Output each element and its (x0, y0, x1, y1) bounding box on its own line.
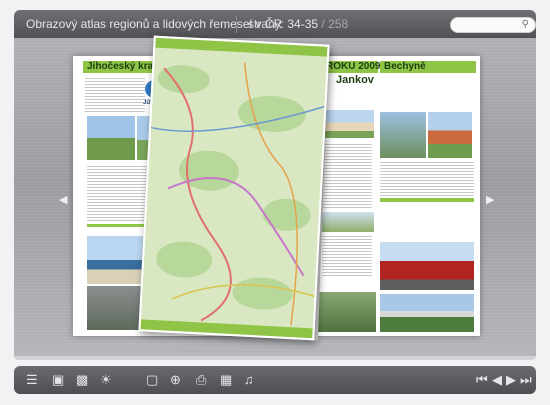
turning-map-page[interactable] (138, 35, 330, 341)
page-indicator: strany: 34-35 / 258 (248, 17, 348, 31)
pages-separator: / (321, 17, 325, 31)
title-divider (236, 15, 237, 33)
church-photo (87, 116, 135, 160)
gate-photo (380, 112, 426, 158)
train-photo (380, 242, 474, 290)
publication-title: Obrazový atlas regionů a lidových řemese… (26, 17, 283, 31)
pages-label: strany: (248, 17, 285, 31)
right-page[interactable]: ROKU 2009 Jankov Bechyně (312, 56, 480, 336)
map-illustration (140, 37, 328, 339)
town-heading: Jankov (336, 74, 374, 86)
park-photo (316, 292, 376, 332)
stage-bottom-edge (14, 356, 536, 360)
next-page-arrow-icon[interactable]: ▶ (486, 193, 494, 206)
print-icon[interactable]: ⎙ (196, 370, 206, 390)
sound-icon[interactable]: ♫ (244, 370, 254, 390)
meadow-photo (322, 212, 374, 232)
tower-photo (428, 112, 472, 158)
left-address-block (85, 78, 145, 112)
zoom-icon[interactable]: ⊕ (170, 370, 181, 390)
top-bar: Obrazový atlas regionů a lidových řemese… (14, 10, 536, 38)
subheading: Bechyně (384, 61, 426, 72)
previous-page-icon[interactable]: ◀ (492, 370, 502, 390)
next-page-icon[interactable]: ▶ (506, 370, 516, 390)
region-heading: Jihočeský kraj (87, 61, 156, 72)
fullscreen-icon[interactable]: ▢ (146, 370, 158, 390)
single-page-icon[interactable]: ▣ (52, 370, 64, 390)
previous-page-arrow-icon[interactable]: ◀ (59, 193, 67, 206)
bridge-photo (380, 294, 474, 332)
right-text-column (322, 144, 372, 208)
contents-icon[interactable]: ☰ (26, 370, 38, 390)
total-pages: 258 (328, 17, 349, 31)
section-heading: ROKU 2009 (326, 61, 381, 72)
bottom-toolbar: ☰ ▣ ▩ ☀ ▢ ⊕ ⎙ ▦ ♫ ⏮ ◀ ▶ ⏭ (14, 366, 536, 394)
right-text-column-2 (322, 236, 372, 276)
search-icon[interactable]: ⚲ (522, 19, 529, 30)
current-pages[interactable]: 34-35 (287, 17, 318, 31)
right-info-text (380, 162, 474, 200)
thumbnails-icon[interactable]: ▩ (76, 370, 88, 390)
highlight-strip (380, 198, 474, 202)
search-field[interactable]: ⚲ (450, 17, 536, 33)
save-icon[interactable]: ▦ (220, 370, 232, 390)
lake-photo (87, 236, 147, 284)
last-page-icon[interactable]: ⏭ (520, 370, 532, 390)
share-icon[interactable]: ☀ (100, 370, 112, 390)
house-photo (322, 110, 374, 138)
first-page-icon[interactable]: ⏮ (476, 370, 488, 390)
